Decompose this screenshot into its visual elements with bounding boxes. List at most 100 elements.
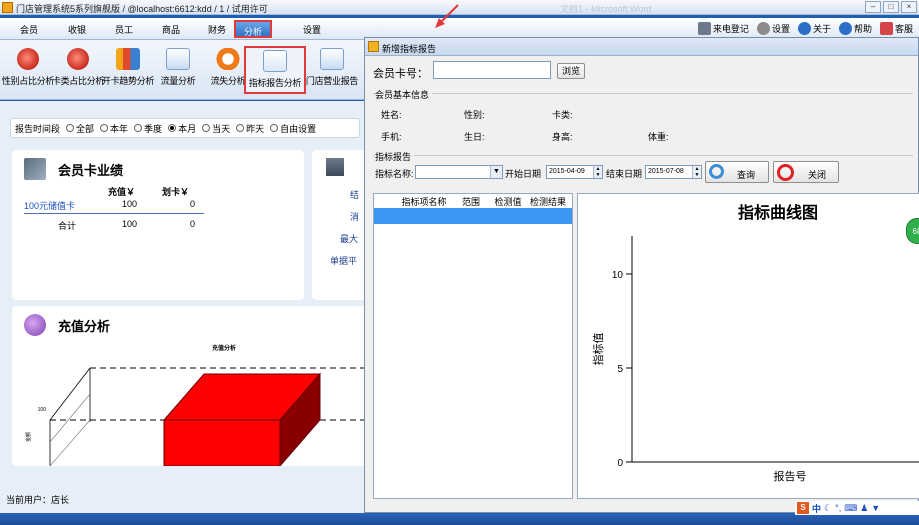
tool-store-report[interactable]: 门店营业报告 (304, 46, 360, 94)
indicator-name-select[interactable]: ▼ (415, 165, 503, 179)
tool-card-ratio-label: 卡类占比分析 (51, 76, 105, 86)
user-icon[interactable]: ♟ (860, 503, 868, 514)
tool-gender-ratio-label: 性别占比分析 (1, 76, 55, 86)
sogou-icon[interactable]: S (797, 502, 809, 514)
y-ticks: 10 5 0 (612, 270, 632, 469)
call-register-button[interactable]: 来电登记 (697, 22, 749, 35)
radio-all[interactable]: 全部 (66, 122, 94, 135)
table-row[interactable] (374, 208, 572, 224)
menu-member[interactable]: 会员 (20, 23, 38, 36)
close-button[interactable]: × (901, 1, 917, 13)
start-date-picker[interactable]: 2015-04-09 ▲ ▼ (546, 165, 603, 179)
col-indicator-name: 指标项名称 (401, 196, 447, 207)
divider (24, 213, 204, 214)
close-icon (777, 164, 794, 181)
tool-store-report-label: 门店营业报告 (305, 76, 359, 86)
dialog-icon (368, 41, 379, 52)
radio-dot (100, 124, 109, 132)
gender-label: 性别: (464, 110, 485, 120)
radio-quarter[interactable]: 季度 (134, 122, 162, 135)
punct-icon[interactable]: °, (835, 503, 841, 513)
bar-series (162, 372, 322, 466)
y-axis-label: 金额 (25, 432, 32, 442)
card-type-label: 卡类: (552, 110, 573, 120)
radio-quarter-label: 季度 (144, 123, 163, 134)
minimize-button[interactable]: – (865, 1, 881, 13)
user-icon (879, 22, 893, 35)
new-indicator-report-dialog: 新增指标报告 会员卡号： 浏览 会员基本信息 姓名: 性别: 卡类: 手机: 生… (364, 37, 919, 513)
close-dialog-button[interactable]: 关闭 (773, 161, 839, 183)
radio-dot (236, 124, 245, 132)
main-area: 报告时间段 全部 本年 季度 本月 当天 昨天 自由设置 会员卡业绩 充值￥ 划… (0, 101, 372, 491)
menu-finance[interactable]: 财务 (208, 23, 226, 36)
ime-toolbar: S 中 ☾ °, ⌨ ♟ ▼ (795, 501, 919, 515)
ime-mode[interactable]: 中 (812, 502, 821, 515)
shirt-icon[interactable]: ▼ (871, 503, 880, 513)
radio-year[interactable]: 本年 (100, 122, 128, 135)
menu-staff[interactable]: 员工 (115, 23, 133, 36)
radio-year-label: 本年 (110, 123, 129, 134)
summary-panel: 结 消 最大 单据平 (312, 150, 372, 300)
tool-traffic[interactable]: 流量分析 (150, 46, 206, 94)
chevron-down-icon[interactable]: ▼ (490, 166, 502, 178)
axis-depth-line (49, 419, 91, 466)
card-total-swipe: 0 (190, 219, 196, 229)
col-range: 范围 (461, 196, 480, 207)
tool-open-card-trend[interactable]: 开卡趋势分析 (100, 46, 156, 94)
x-axis-label: 报告号 (774, 469, 807, 483)
monitor-icon (326, 158, 344, 176)
radio-yesterday-label: 昨天 (246, 123, 265, 134)
radio-today[interactable]: 当天 (202, 122, 230, 135)
analysis-toolbar: 性别占比分析 卡类占比分析 开卡趋势分析 流量分析 流失分析 指标报告分析 门店… (0, 40, 365, 100)
menu-settings[interactable]: 设置 (303, 23, 321, 36)
browse-button[interactable]: 浏览 (557, 63, 585, 79)
menu-analysis[interactable]: 分析 (234, 20, 273, 38)
dialog-titlebar: 新增指标报告 (365, 38, 918, 56)
keyboard-icon[interactable]: ⌨ (844, 503, 857, 514)
radio-month[interactable]: 本月 (168, 122, 196, 135)
bar-chart-icon (320, 48, 344, 70)
bar-chart-icon (116, 48, 140, 70)
col-result: 检测结果 (529, 196, 566, 207)
chart-title: 指标曲线图 (738, 203, 818, 222)
about-button[interactable]: 关于 (797, 22, 831, 35)
summary-item: 单据平 (330, 256, 358, 266)
chart-title: 充值分析 (212, 344, 236, 352)
axis-depth-line (49, 393, 91, 443)
summary-item: 最大 (340, 234, 359, 244)
radio-dot-selected (168, 124, 177, 132)
col-recharge-header: 充值￥ (108, 187, 136, 197)
date-spinner-icon[interactable]: ▲ ▼ (593, 166, 602, 178)
card-panel-title: 会员卡业绩 (58, 163, 124, 178)
date-spinner-icon[interactable]: ▲ ▼ (692, 166, 701, 178)
radio-custom[interactable]: 自由设置 (270, 122, 316, 135)
divider (373, 93, 913, 94)
tool-gender-ratio[interactable]: 性别占比分析 (0, 46, 56, 94)
about-label: 关于 (812, 24, 831, 34)
floating-badge[interactable]: 68 (906, 218, 919, 244)
service-button[interactable]: 客服 (879, 22, 913, 35)
music-icon (24, 314, 46, 336)
table-header: 指标项名称 范围 检测值 检测结果 (374, 194, 572, 208)
indicator-line-chart: 指标曲线图 10 5 0 指标值 报告号 (591, 203, 919, 483)
card-row-name[interactable]: 100元储值卡 (24, 199, 75, 212)
maximize-button[interactable]: □ (883, 1, 899, 13)
radio-month-label: 本月 (178, 123, 197, 134)
end-date-picker[interactable]: 2015-07-08 ▲ ▼ (645, 165, 702, 179)
card-number-input[interactable] (433, 61, 551, 79)
taskbar (0, 513, 919, 525)
menu-goods[interactable]: 商品 (162, 23, 180, 36)
app-icon (2, 2, 13, 13)
help-icon (838, 22, 852, 35)
query-button[interactable]: 查询 (705, 161, 769, 183)
query-button-label: 查询 (737, 170, 756, 180)
tool-card-ratio[interactable]: 卡类占比分析 (50, 46, 106, 94)
moon-icon[interactable]: ☾ (824, 503, 832, 514)
radio-yesterday[interactable]: 昨天 (236, 122, 264, 135)
menu-cashier[interactable]: 收银 (68, 23, 86, 36)
tool-indicator-report[interactable]: 指标报告分析 (244, 46, 306, 94)
card-total-recharge: 100 (122, 219, 138, 229)
phone-icon (697, 22, 711, 35)
settings-button[interactable]: 设置 (756, 22, 790, 35)
help-button[interactable]: 帮助 (838, 22, 872, 35)
